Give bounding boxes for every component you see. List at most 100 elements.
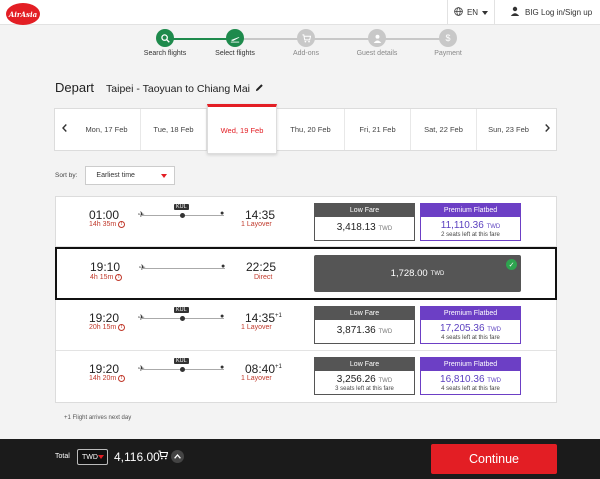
price-currency: TWD — [378, 329, 393, 335]
premium-flatbed-option[interactable]: Premium Flatbed 11,110.36 TWD 2 seats le… — [420, 203, 521, 241]
price-value: 11,110.36 — [440, 220, 484, 231]
seats-left: 2 seats left at this fare — [441, 232, 500, 238]
price-currency: TWD — [486, 224, 501, 230]
logo-text: AirAsia — [8, 9, 38, 19]
step-label: Select flights — [215, 50, 255, 57]
seats-left: 3 seats left at this fare — [335, 386, 394, 392]
user-icon — [368, 29, 386, 47]
price-value: 3,871.36 — [336, 325, 376, 336]
sort-dropdown[interactable]: Earliest time — [85, 166, 176, 185]
duration-text: 4h 15m — [90, 274, 114, 281]
price-currency: TWD — [430, 270, 445, 277]
low-fare-option[interactable]: Low Fare 3,256.26 TWD 3 seats left at th… — [314, 357, 415, 395]
caret-down-icon — [161, 173, 168, 178]
fare-header: Premium Flatbed — [421, 358, 520, 371]
fare-price: 17,205.36 TWD — [421, 323, 520, 334]
next-dates-button[interactable] — [538, 109, 556, 150]
step-label: Add-ons — [292, 50, 320, 57]
alert-icon: ! — [118, 375, 126, 382]
sort-control: Sort by: Earliest time — [55, 166, 176, 185]
chevron-up-icon[interactable] — [171, 450, 184, 463]
low-fare-option[interactable]: Low Fare 3,871.36 TWD — [314, 306, 415, 344]
cart-icon[interactable] — [158, 450, 169, 463]
date-label: Wed, 19 Feb — [220, 125, 264, 135]
alert-icon: ! — [118, 221, 126, 228]
total-amount: 4,116.00 — [114, 450, 160, 464]
price-value: 3,418.13 — [336, 222, 376, 233]
alert-icon: ! — [118, 324, 126, 331]
arrive-time-text: 14:35 — [245, 208, 276, 222]
flight-row[interactable]: 01:00 14h 35m ! ✈ KUL ● 14:35 1 Layover … — [56, 197, 556, 247]
date-tab[interactable]: Fri, 21 Feb — [345, 109, 411, 150]
step-payment[interactable]: $ Payment — [418, 29, 478, 57]
selected-fare[interactable]: 1,728.00 TWD ✓ — [314, 255, 521, 292]
booking-stepper: Search flights Select flights Add-ons Gu… — [130, 29, 470, 63]
depart-time: 01:00 — [89, 208, 120, 222]
depart-title: Depart — [55, 80, 95, 95]
continue-button[interactable]: Continue — [431, 444, 557, 474]
direct-label: Direct — [254, 274, 273, 281]
date-tab-selected[interactable]: Wed, 19 Feb — [207, 104, 277, 154]
prev-dates-button[interactable] — [55, 109, 73, 150]
currency-dropdown[interactable]: TWD — [77, 449, 108, 465]
fare-header: Low Fare — [315, 358, 414, 371]
arrive-time: 08:40+1 — [245, 362, 282, 376]
step-label: Guest details — [356, 50, 398, 57]
premium-flatbed-option[interactable]: Premium Flatbed 17,205.36 TWD 4 seats le… — [420, 306, 521, 344]
stopover-dot — [180, 367, 185, 372]
price-currency: TWD — [378, 226, 393, 232]
flight-duration: 14h 20m ! — [89, 375, 126, 382]
language-selector[interactable]: EN — [447, 0, 495, 24]
destination-pin-icon: ● — [220, 313, 225, 320]
seats-left: 4 seats left at this fare — [441, 335, 500, 341]
step-select-flights[interactable]: Select flights — [205, 29, 265, 57]
route-text: Taipei - Taoyuan to Chiang Mai — [106, 83, 251, 95]
airasia-logo[interactable]: AirAsia — [6, 3, 40, 25]
price-currency: TWD — [378, 378, 393, 384]
step-add-ons[interactable]: Add-ons — [276, 29, 336, 57]
date-tab[interactable]: Sat, 22 Feb — [411, 109, 477, 150]
depart-header: Depart Taipei - Taoyuan to Chiang Mai — [55, 80, 264, 95]
date-tab[interactable]: Thu, 20 Feb — [277, 109, 345, 150]
login-label: BIG Log in/Sign up — [525, 7, 593, 17]
premium-flatbed-option[interactable]: Premium Flatbed 16,810.36 TWD 4 seats le… — [420, 357, 521, 395]
date-tab[interactable]: Sun, 23 Feb — [477, 109, 540, 150]
price-value: 3,256.26 — [336, 374, 376, 385]
depart-time: 19:20 — [89, 362, 120, 376]
sort-label: Sort by: — [55, 172, 78, 179]
date-label: Thu, 20 Feb — [290, 125, 331, 134]
top-bar: AirAsia EN BIG Log in/Sign up — [0, 0, 600, 25]
layover-label: 1 Layover — [241, 375, 272, 382]
fare-header: Premium Flatbed — [421, 307, 520, 320]
flight-row[interactable]: 19:20 20h 15m ! ✈ KUL ● 14:35+1 1 Layove… — [56, 300, 556, 351]
seats-left: 4 seats left at this fare — [441, 386, 500, 392]
stopover-badge: KUL — [174, 307, 189, 313]
stopover-badge: KUL — [174, 204, 189, 210]
globe-icon — [454, 6, 463, 18]
fare-price: 11,110.36 TWD — [421, 220, 520, 231]
price-value: 1,728.00 — [390, 268, 428, 279]
step-label: Payment — [434, 50, 462, 57]
date-label: Fri, 21 Feb — [359, 125, 396, 134]
date-tab[interactable]: Tue, 18 Feb — [141, 109, 207, 150]
flight-row-selected[interactable]: 19:10 4h 15m ! ✈ ● 22:25 Direct 1,728.00… — [55, 247, 557, 300]
step-search-flights[interactable]: Search flights — [135, 29, 195, 57]
step-guest-details[interactable]: Guest details — [347, 29, 407, 57]
date-selector: Mon, 17 Feb Tue, 18 Feb Wed, 19 Feb Thu,… — [54, 104, 557, 154]
low-fare-option[interactable]: Low Fare 3,418.13 TWD — [314, 203, 415, 241]
language-label: EN — [466, 7, 479, 17]
date-label: Mon, 17 Feb — [85, 125, 128, 134]
date-tab[interactable]: Mon, 17 Feb — [73, 109, 141, 150]
pencil-icon[interactable] — [255, 83, 264, 95]
fare-header: Premium Flatbed — [421, 204, 520, 217]
arrive-time-text: 22:25 — [246, 260, 277, 274]
checkout-bar: Total TWD 4,116.00 Continue — [0, 439, 600, 479]
flight-row[interactable]: 19:20 14h 20m ! ✈ KUL ● 08:40+1 1 Layove… — [56, 351, 556, 402]
arrive-time-text: 08:40 — [245, 362, 276, 376]
date-label: Sun, 23 Feb — [488, 125, 529, 134]
arrive-time: 14:35+1 — [245, 311, 282, 325]
flight-duration: 4h 15m ! — [90, 274, 123, 281]
flight-duration: 20h 15m ! — [89, 324, 126, 331]
route-line — [141, 268, 225, 269]
login-button[interactable]: BIG Log in/Sign up — [510, 0, 592, 24]
